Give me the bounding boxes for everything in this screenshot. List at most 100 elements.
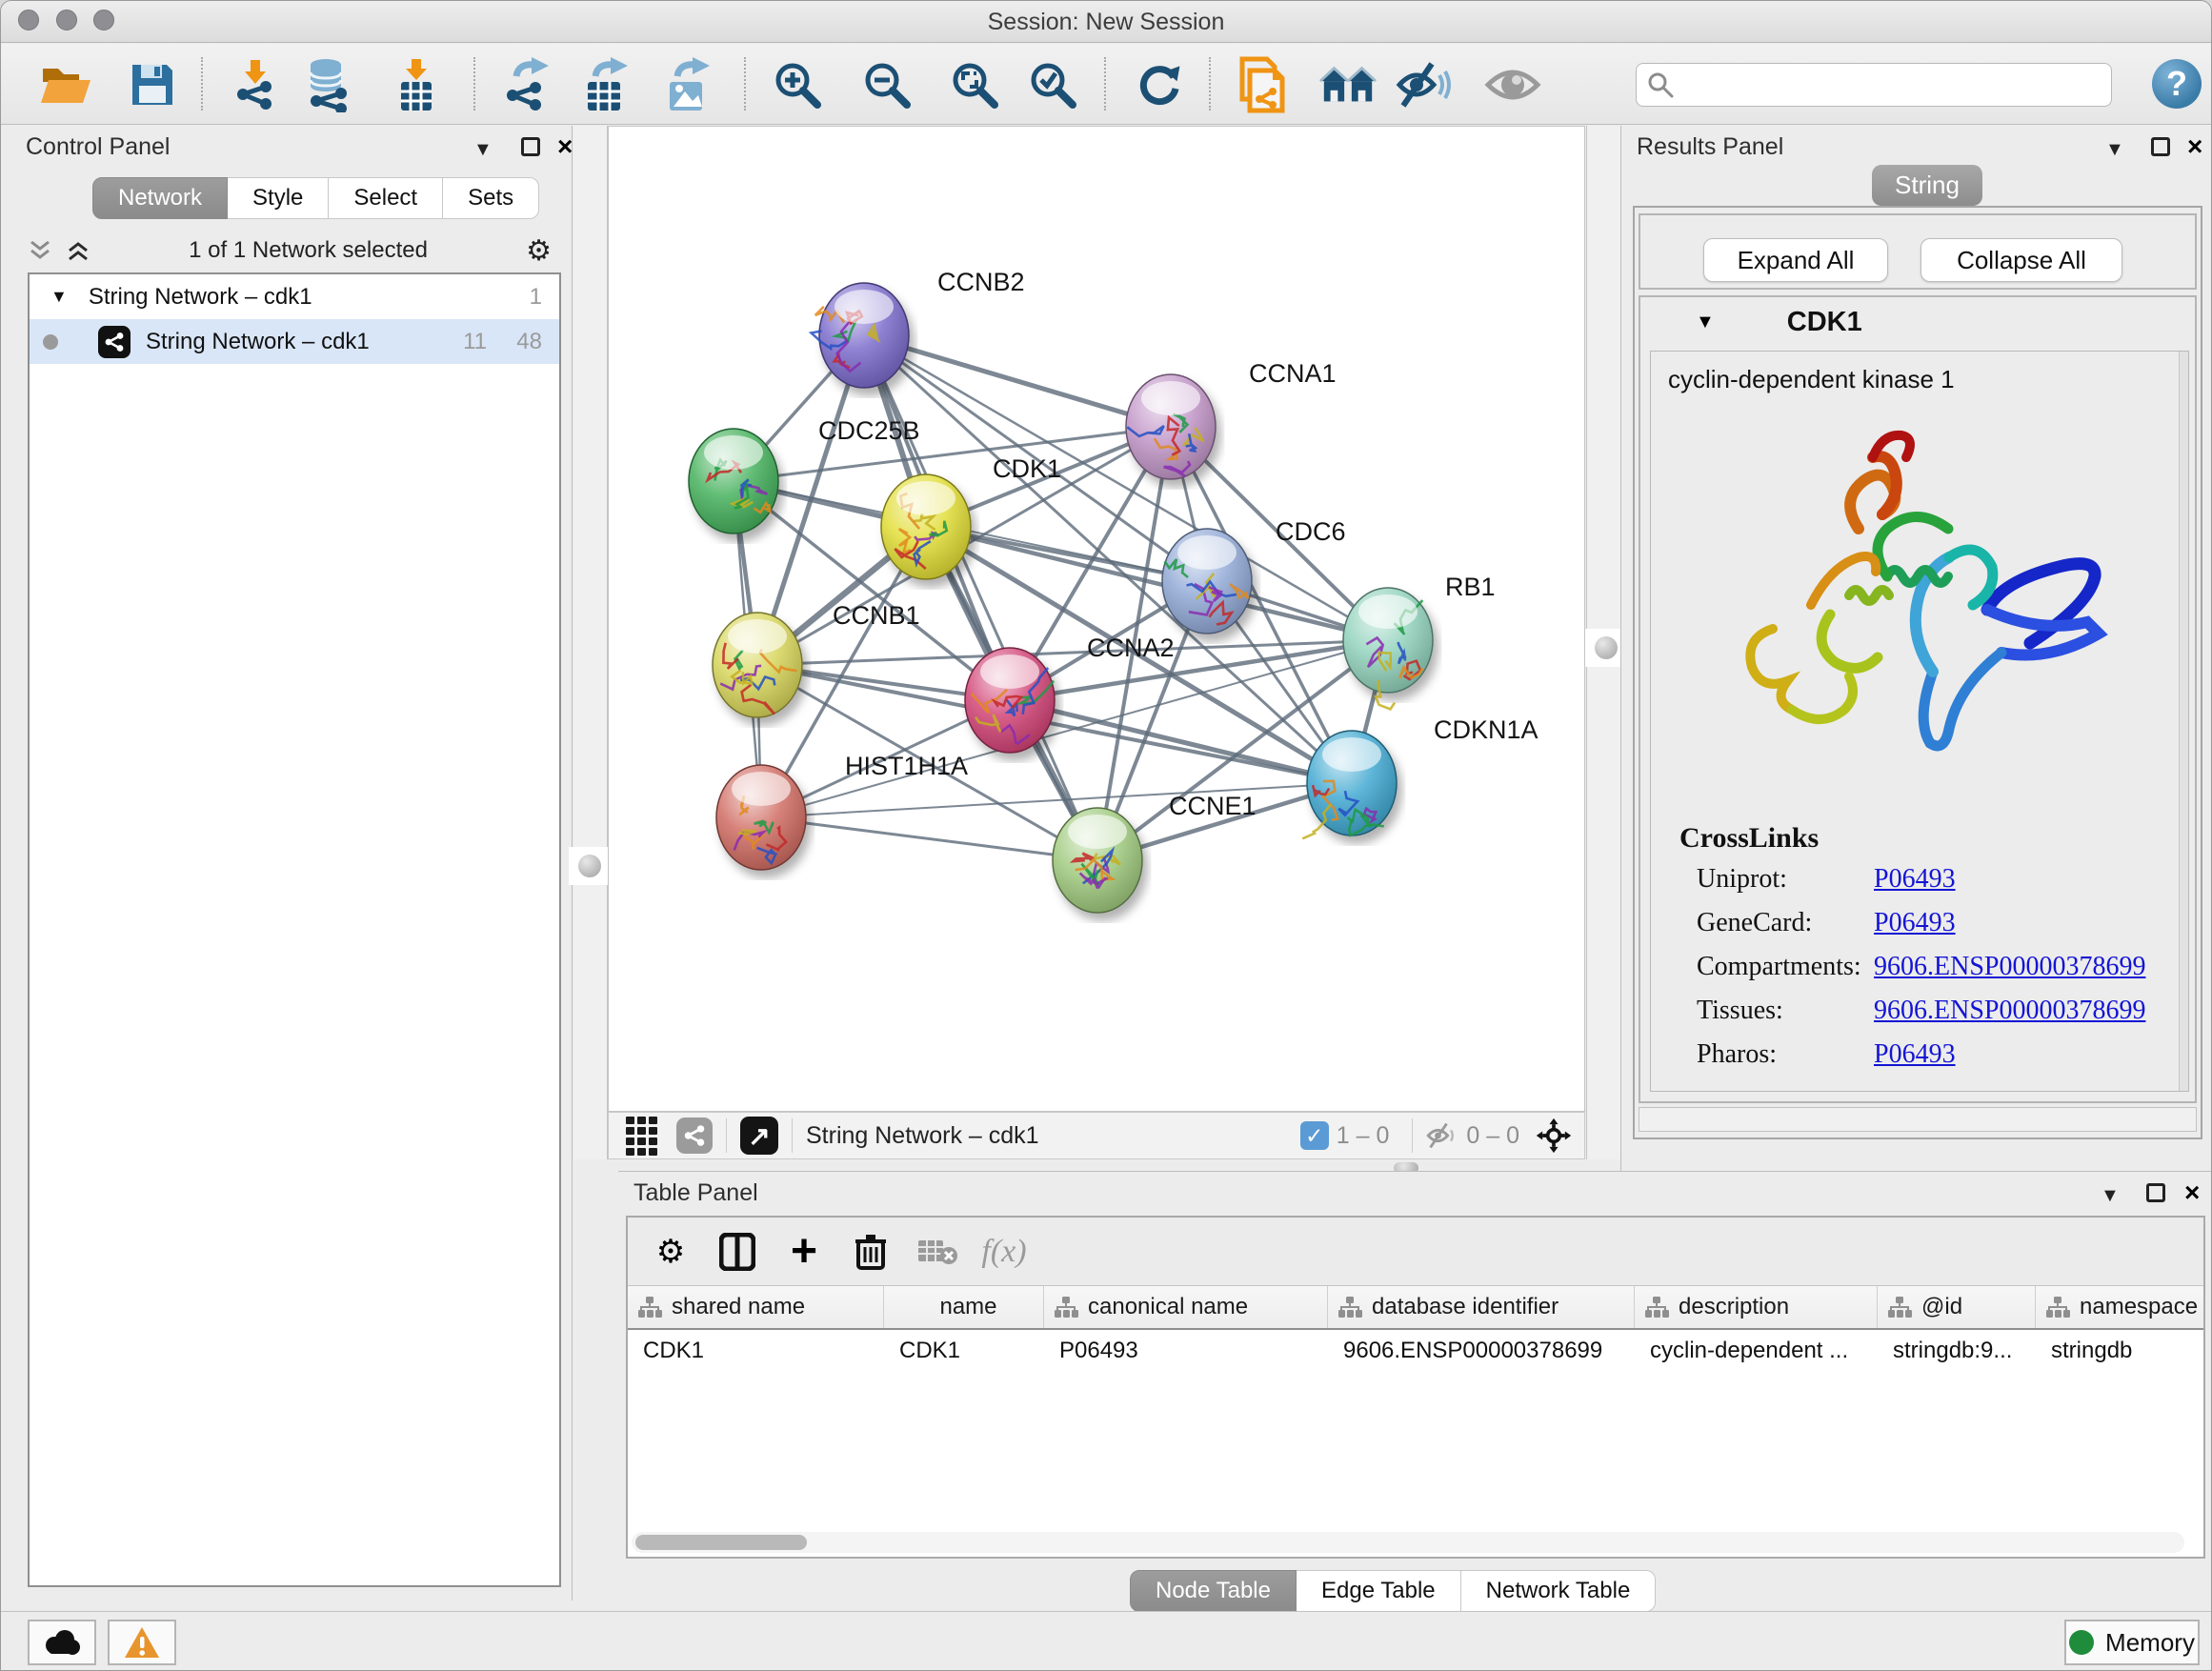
table-cell[interactable]: stringdb [2036, 1330, 2203, 1372]
table-panel-float-icon[interactable] [2146, 1183, 2165, 1202]
tab-network[interactable]: Network [92, 177, 228, 219]
edge-CCNE1-HIST1H1A[interactable] [761, 817, 1097, 860]
tab-style[interactable]: Style [228, 177, 329, 219]
results-panel-collapse-icon[interactable]: ▼ [2105, 139, 2124, 161]
refresh-layout-button[interactable] [1131, 55, 1190, 114]
left-splitter-handle[interactable] [569, 847, 611, 885]
column-header-database-identifier[interactable]: database identifier [1328, 1286, 1635, 1328]
column-header-description[interactable]: description [1635, 1286, 1878, 1328]
column-header-shared-name[interactable]: shared name [628, 1286, 884, 1328]
edge-CCNB2-CCNA1[interactable] [864, 335, 1171, 427]
entry-collapse-icon[interactable]: ▼ [1696, 312, 1715, 333]
table-cell[interactable]: cyclin-dependent ... [1635, 1330, 1878, 1372]
zoom-selected-button[interactable] [1023, 55, 1082, 114]
node-CDKN1A[interactable]: CDKN1A [1302, 715, 1538, 838]
crosslink-link[interactable]: P06493 [1874, 908, 1956, 938]
collection-expand-icon[interactable]: ▼ [50, 287, 68, 307]
help-button[interactable]: ? [2152, 59, 2202, 109]
copy-network-button[interactable] [1233, 55, 1292, 114]
show-columns-icon[interactable] [704, 1233, 771, 1271]
zoom-in-button[interactable] [768, 55, 827, 114]
column-header-namespace[interactable]: namespace [2036, 1286, 2203, 1328]
import-network-database-button[interactable] [299, 55, 358, 114]
show-eye-button[interactable] [1483, 55, 1542, 114]
control-panel-collapse-icon[interactable]: ▼ [473, 139, 493, 161]
collapse-all-button[interactable]: Collapse All [1920, 238, 2122, 282]
right-splitter[interactable] [1586, 126, 1620, 1159]
table-cell[interactable]: CDK1 [628, 1330, 884, 1372]
warning-button[interactable] [108, 1620, 176, 1665]
network-graph[interactable]: CCNB2CCNA1CDC25BCDK1CDC6RB1CCNB1CCNA2CDK… [609, 127, 1584, 1111]
tab-network-table[interactable]: Network Table [1461, 1570, 1657, 1612]
network-row[interactable]: String Network – cdk1 11 48 [30, 319, 559, 364]
network-canvas[interactable]: CCNB2CCNA1CDC25BCDK1CDC6RB1CCNB1CCNA2CDK… [608, 126, 1585, 1112]
table-hscrollbar-thumb[interactable] [635, 1535, 807, 1550]
network-share-toggle[interactable] [676, 1117, 713, 1154]
table-cell[interactable]: P06493 [1044, 1330, 1328, 1372]
crosslink-link[interactable]: P06493 [1874, 864, 1956, 895]
tab-sets[interactable]: Sets [443, 177, 539, 219]
node-HIST1H1A[interactable]: HIST1H1A [716, 752, 968, 870]
crosslink-link[interactable]: P06493 [1874, 1039, 1956, 1070]
table-panel-collapse-icon[interactable]: ▼ [2101, 1185, 2120, 1207]
zoom-out-button[interactable] [857, 55, 916, 114]
collapse-all-tree-icon[interactable] [28, 238, 52, 263]
edge-CCNB2-CCNE1[interactable] [864, 335, 1097, 860]
birdseye-view-icon[interactable]: ↗ [740, 1117, 778, 1155]
table-settings-gear-icon[interactable]: ⚙ [637, 1233, 704, 1271]
node-CCNB2[interactable]: CCNB2 [812, 268, 1025, 388]
houses-button[interactable] [1318, 55, 1377, 114]
results-scrollbar[interactable] [2179, 352, 2188, 1091]
search-input[interactable] [1675, 71, 2094, 98]
string-tab[interactable]: String [1872, 165, 1982, 206]
expand-all-button[interactable]: Expand All [1703, 238, 1888, 282]
crosslink-link[interactable]: 9606.ENSP00000378699 [1874, 996, 2145, 1026]
delete-column-icon[interactable] [837, 1232, 904, 1272]
export-network-button[interactable] [496, 55, 555, 114]
node-RB1[interactable]: RB1 [1343, 573, 1496, 709]
network-collection-row[interactable]: ▼ String Network – cdk1 1 [30, 274, 559, 319]
tab-edge-table[interactable]: Edge Table [1297, 1570, 1461, 1612]
export-table-button[interactable] [575, 55, 634, 114]
export-image-button[interactable] [657, 55, 716, 114]
cdk1-entry-header[interactable]: ▼ CDK1 [1640, 297, 2195, 347]
control-panel-close-icon[interactable]: × [557, 131, 573, 162]
left-splitter[interactable] [573, 126, 608, 1159]
grid-view-icon[interactable] [626, 1117, 657, 1156]
cdk1-entry: ▼ CDK1 cyclin-dependent kinase 1 [1639, 295, 2197, 1103]
results-bottom-scrollbar[interactable] [1639, 1107, 2197, 1132]
control-panel-float-icon[interactable] [521, 137, 540, 156]
hide-eye-button[interactable] [1395, 55, 1454, 114]
table-row[interactable]: CDK1CDK1P064939606.ENSP00000378699cyclin… [628, 1330, 2203, 1372]
pan-crosshair-icon[interactable] [1535, 1117, 1573, 1155]
delete-table-icon[interactable] [904, 1237, 971, 1267]
crosslink-link[interactable]: 9606.ENSP00000378699 [1874, 952, 2145, 982]
tab-select[interactable]: Select [329, 177, 443, 219]
table-hscrollbar[interactable] [632, 1532, 2184, 1553]
selected-checkbox[interactable]: ✓ [1300, 1121, 1329, 1150]
table-cell[interactable]: CDK1 [884, 1330, 1044, 1372]
column-header-canonical-name[interactable]: canonical name [1044, 1286, 1328, 1328]
import-network-file-button[interactable] [227, 55, 286, 114]
zoom-fit-button[interactable] [945, 55, 1004, 114]
save-session-button[interactable] [123, 55, 182, 114]
cloud-button[interactable] [28, 1620, 96, 1665]
function-builder-icon[interactable]: f(x) [971, 1234, 1037, 1270]
open-session-button[interactable] [36, 55, 95, 114]
memory-button[interactable]: Memory [2064, 1620, 2200, 1665]
hidden-eye-icon[interactable] [1426, 1121, 1458, 1150]
column-header--id[interactable]: @id [1878, 1286, 2036, 1328]
expand-all-tree-icon[interactable] [66, 238, 90, 263]
tab-node-table[interactable]: Node Table [1130, 1570, 1297, 1612]
table-cell[interactable]: stringdb:9... [1878, 1330, 2036, 1372]
table-panel-close-icon[interactable]: × [2184, 1178, 2200, 1208]
column-header-name[interactable]: name [884, 1286, 1044, 1328]
import-table-button[interactable] [387, 55, 446, 114]
table-cell[interactable]: 9606.ENSP00000378699 [1328, 1330, 1635, 1372]
node-CCNA1[interactable]: CCNA1 [1126, 359, 1337, 479]
add-column-icon[interactable]: + [771, 1225, 837, 1278]
results-panel-float-icon[interactable] [2151, 137, 2170, 156]
results-panel-close-icon[interactable]: × [2187, 131, 2202, 162]
network-options-gear-icon[interactable]: ⚙ [526, 234, 552, 268]
node-CCNE1[interactable]: CCNE1 [1053, 792, 1257, 913]
